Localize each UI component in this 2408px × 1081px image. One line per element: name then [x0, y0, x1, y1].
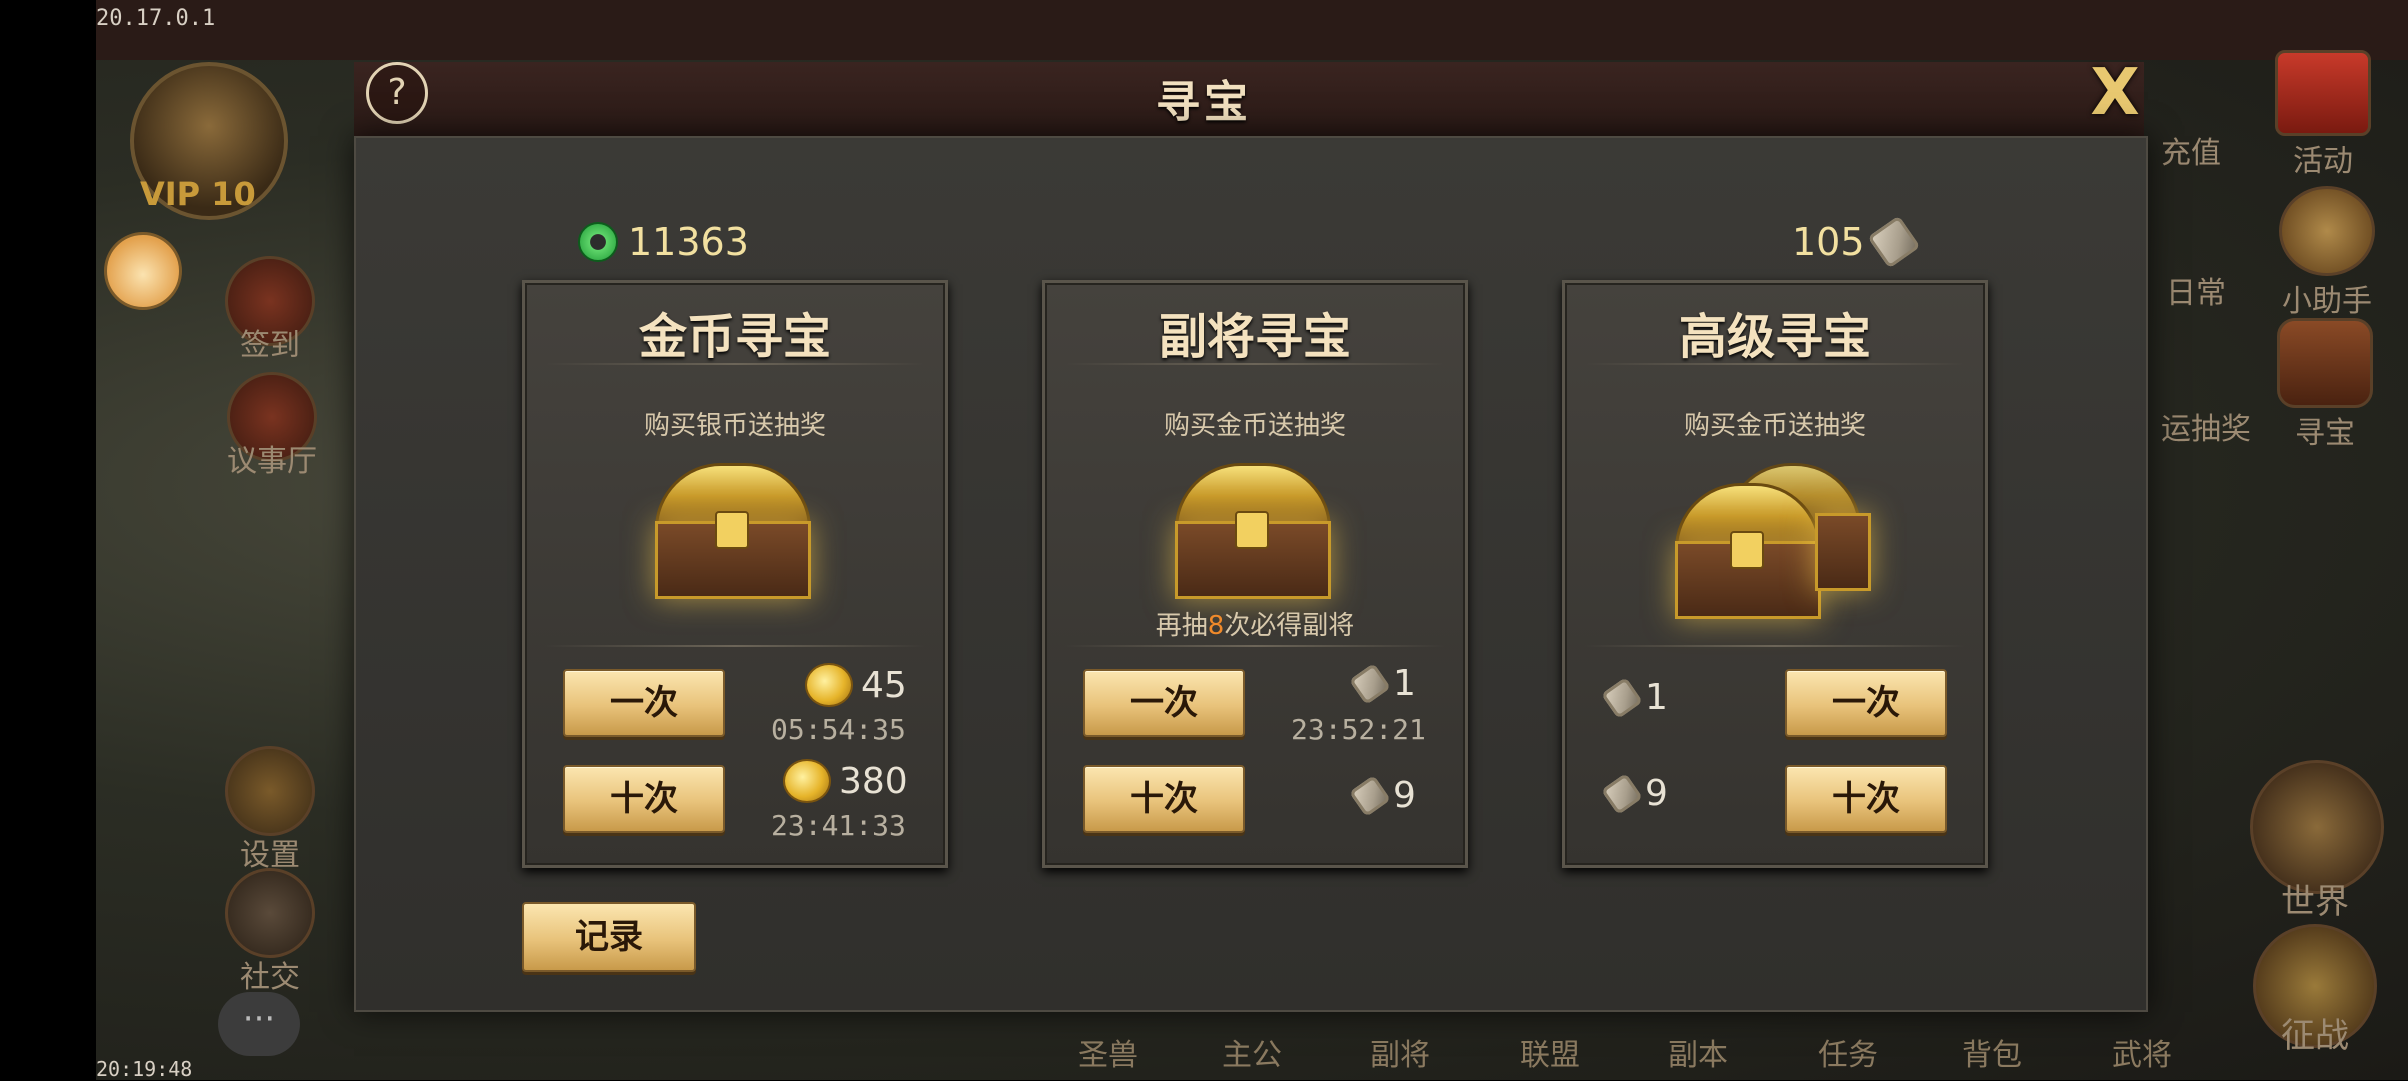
menu-lottery[interactable]: 运抽奖 [2146, 404, 2266, 448]
sidebar-item-label: 社交 [240, 960, 300, 995]
scroll-amount: 105 [1792, 220, 1865, 264]
scroll-balance: 105 [1792, 215, 1920, 269]
gold-coin-icon [805, 663, 853, 707]
draw-ten-button[interactable]: 十次 [1785, 765, 1947, 833]
nav-bag[interactable]: 背包 [1962, 1030, 2022, 1074]
treasure-chest-icon [2277, 318, 2373, 408]
menu-world-label: 世界 [2281, 882, 2349, 922]
gold-coin-icon [783, 759, 831, 803]
draw-once-button[interactable]: 一次 [1083, 669, 1245, 737]
ten-cost-value: 9 [1645, 773, 1668, 814]
menu-campaign[interactable]: 征战 [2250, 924, 2380, 1057]
ten-cost-value: 9 [1393, 775, 1416, 816]
menu-events-label: 活动 [2293, 144, 2353, 179]
pity-prefix: 再抽 [1155, 611, 1208, 641]
nav-alliance[interactable]: 联盟 [1520, 1030, 1580, 1074]
divider [1585, 645, 1965, 647]
sidebar-item-label: 议事厅 [227, 444, 317, 479]
ten-timer: 23:41:33 [771, 809, 906, 842]
once-cost-value: 1 [1645, 677, 1668, 718]
nav-quest[interactable]: 任务 [1818, 1030, 1878, 1074]
scroll-icon [1349, 662, 1391, 705]
gear-icon [225, 746, 315, 836]
nav-lord[interactable]: 主公 [1222, 1030, 1282, 1074]
card-title: 副将寻宝 [1158, 309, 1351, 365]
vip-badge: VIP 10 [140, 175, 256, 213]
menu-treasure[interactable]: 寻宝 [2270, 318, 2380, 452]
menu-campaign-label: 征战 [2281, 1016, 2349, 1056]
nav-dungeon[interactable]: 副本 [1668, 1030, 1728, 1074]
sidebar-item-council[interactable]: 议事厅 [212, 372, 332, 480]
card-general-treasure: 副将寻宝 购买金币送抽奖 再抽8次必得副将 一次 1 23:52:21 十次 9 [1042, 280, 1468, 868]
scroll-icon [1349, 774, 1391, 817]
card-advanced-treasure: 高级寻宝 购买金币送抽奖 1 一次 9 十次 [1562, 280, 1988, 868]
scroll-icon [1601, 676, 1643, 719]
card-subtitle: 购买银币送抽奖 [643, 411, 826, 441]
nav-heroes[interactable]: 武将 [2112, 1030, 2172, 1074]
card-title: 金币寻宝 [638, 309, 831, 365]
menu-world[interactable]: 世界 [2250, 760, 2384, 923]
menu-recharge-label: 充值 [2161, 136, 2221, 171]
ten-cost: 380 [783, 759, 908, 803]
chat-bubble-icon[interactable]: ··· [218, 992, 300, 1056]
divider [545, 645, 925, 647]
once-cost: 45 [805, 663, 907, 707]
clock-label: 20:19:48 [96, 1057, 193, 1081]
treasure-chest-icon [1175, 463, 1331, 599]
pity-suffix: 次必得副将 [1224, 611, 1355, 641]
treasure-chest-icon [655, 463, 811, 599]
card-subtitle: 购买金币送抽奖 [1683, 411, 1866, 441]
draw-ten-button[interactable]: 十次 [563, 765, 725, 833]
helmet-icon [225, 868, 315, 958]
sidebar-item-label: 签到 [240, 328, 300, 363]
status-bar [96, 0, 2408, 60]
ten-cost: 9 [1601, 772, 1668, 815]
draw-once-button[interactable]: 一次 [563, 669, 725, 737]
menu-lottery-label: 运抽奖 [2161, 412, 2251, 447]
once-cost: 1 [1349, 662, 1416, 705]
scroll-icon [1601, 772, 1643, 815]
card-gold-treasure: 金币寻宝 购买银币送抽奖 一次 45 05:54:35 十次 380 23:41… [522, 280, 948, 868]
modal-title: 寻宝 [1156, 77, 1252, 128]
menu-assistant[interactable]: 小助手 [2262, 186, 2392, 320]
divider [1065, 645, 1445, 647]
ten-cost: 9 [1349, 774, 1416, 817]
scroll-bundle-icon [2279, 186, 2375, 276]
sidebar-item-social[interactable]: 社交 [220, 868, 320, 996]
divider [1585, 363, 1965, 365]
sidebar-item-checkin[interactable]: 签到 [220, 256, 320, 364]
draw-ten-button[interactable]: 十次 [1083, 765, 1245, 833]
once-timer: 05:54:35 [771, 713, 906, 746]
jade-amount: 11363 [628, 220, 749, 264]
pity-counter: 再抽8次必得副将 [1045, 605, 1465, 642]
once-timer: 23:52:21 [1291, 713, 1426, 746]
jade-balance: 11363 [578, 220, 749, 264]
draw-once-button[interactable]: 一次 [1785, 669, 1947, 737]
menu-assistant-label: 小助手 [2282, 284, 2372, 319]
scroll-icon [1867, 215, 1920, 269]
help-button[interactable]: ? [366, 62, 428, 124]
card-subtitle: 购买金币送抽奖 [1163, 411, 1346, 441]
menu-treasure-label: 寻宝 [2295, 416, 2355, 451]
jade-icon [578, 222, 618, 262]
nav-beast[interactable]: 圣兽 [1078, 1030, 1138, 1074]
once-cost: 1 [1601, 676, 1668, 719]
divider [1065, 363, 1445, 365]
pity-count: 8 [1207, 611, 1225, 641]
menu-recharge[interactable]: 充值 [2136, 128, 2246, 172]
sidebar-item-settings[interactable]: 设置 [220, 746, 320, 874]
cat-mascot-icon[interactable] [104, 232, 182, 310]
menu-daily-label: 日常 [2166, 276, 2226, 311]
divider [545, 363, 925, 365]
treasure-chests-icon [1665, 463, 1875, 619]
version-label: 20.17.0.1 [96, 6, 216, 31]
nav-general[interactable]: 副将 [1370, 1030, 1430, 1074]
record-button[interactable]: 记录 [522, 902, 696, 972]
ten-cost-value: 380 [839, 760, 908, 802]
card-title: 高级寻宝 [1678, 309, 1871, 365]
close-button[interactable]: X [2084, 61, 2146, 125]
once-cost-value: 1 [1393, 663, 1416, 704]
once-cost-value: 45 [861, 664, 907, 706]
menu-daily[interactable]: 日常 [2146, 268, 2246, 312]
